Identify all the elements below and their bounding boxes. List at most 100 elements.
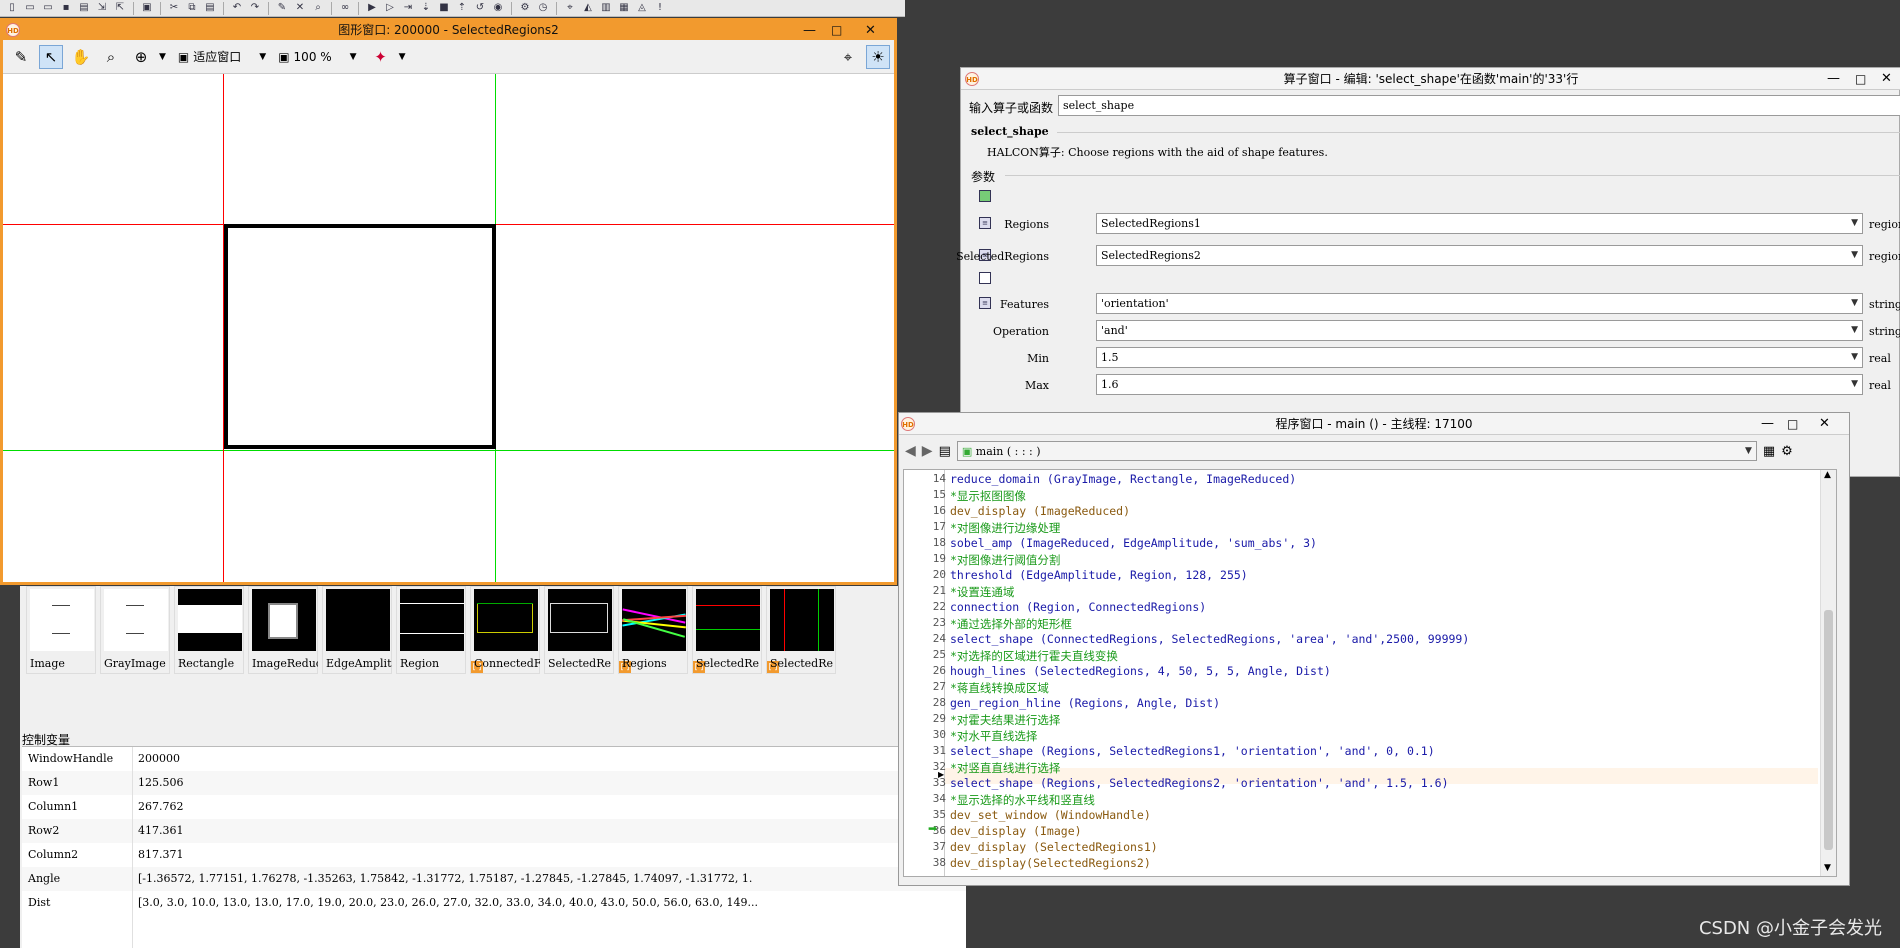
param-operation-combo[interactable]: 'and' ▼	[1096, 320, 1863, 341]
draw-icon[interactable]: ✎	[9, 45, 33, 69]
edit-procedure-icon[interactable]: ▦	[1763, 444, 1775, 459]
minimize-icon[interactable]: —	[803, 21, 816, 40]
code-line[interactable]: *设置连通域	[950, 584, 1014, 600]
variable-thumbnail[interactable]: Region	[396, 586, 466, 674]
code-line[interactable]: connection (Region, ConnectedRegions)	[950, 600, 1206, 614]
code-line[interactable]: dev_display (ImageReduced)	[950, 504, 1130, 518]
step-out-icon[interactable]: ⇡	[454, 1, 470, 15]
maximize-icon[interactable]: □	[831, 21, 842, 40]
zoom-icon[interactable]: ⌕	[99, 45, 123, 69]
feature-histogram-icon[interactable]: ▦	[616, 1, 632, 15]
procedure-select[interactable]: ▣ main ( : : : ) ▼	[956, 441, 1757, 461]
scroll-up-icon[interactable]: ▲	[1824, 470, 1831, 480]
graphics-canvas[interactable]	[3, 74, 894, 582]
code-line[interactable]: gen_region_hline (Regions, Angle, Dist)	[950, 696, 1220, 710]
code-line[interactable]: hough_lines (SelectedRegions, 4, 50, 5, …	[950, 664, 1331, 678]
variable-thumbnail[interactable]: ImageReduc	[248, 586, 318, 674]
code-line[interactable]: threshold (EdgeAmplitude, Region, 128, 2…	[950, 568, 1248, 582]
zoom-plus-icon[interactable]: ⊕	[129, 45, 153, 69]
code-line[interactable]: *对霍夫结果进行选择	[950, 712, 1060, 728]
variable-thumbnail[interactable]: GrayImage	[100, 586, 170, 674]
close-icon[interactable]: ✕	[1881, 68, 1892, 90]
reset-icon[interactable]: ↺	[472, 1, 488, 15]
settings-icon[interactable]: ⚙	[517, 1, 533, 15]
param-regions-combo[interactable]: SelectedRegions1 ▼	[1096, 213, 1863, 234]
fit-window-dropdown[interactable]: ▣ 适应窗口 ▼	[178, 48, 266, 65]
param-min-combo[interactable]: 1.5 ▼	[1096, 347, 1863, 368]
redo-icon[interactable]: ↷	[247, 1, 263, 15]
open-file-icon[interactable]: ▭	[22, 1, 38, 15]
edit-icon[interactable]: ✎	[274, 1, 290, 15]
scroll-down-icon[interactable]: ▼	[1824, 863, 1831, 873]
inspect-icon[interactable]: ⌖	[562, 1, 578, 15]
inspect-region-icon[interactable]: ⌖	[836, 45, 860, 69]
variable-thumbnail[interactable]: Image	[26, 586, 96, 674]
table-row[interactable]: Column1 267.762	[22, 795, 966, 819]
variable-thumbnail[interactable]: Rectangle	[174, 586, 244, 674]
forward-arrow-icon[interactable]: ▶	[922, 443, 933, 459]
zoom-dropdown[interactable]: ▣ 100 % ▼	[278, 50, 356, 64]
print-icon[interactable]: ▤	[76, 1, 92, 15]
close-icon[interactable]: ✕	[865, 21, 876, 40]
param-max-combo[interactable]: 1.6 ▼	[1096, 374, 1863, 395]
minimize-icon[interactable]: —	[1827, 68, 1840, 90]
minimize-icon[interactable]: —	[1761, 413, 1774, 435]
lightbulb-icon[interactable]: ☀	[866, 44, 890, 69]
breakpoint-icon[interactable]: ◉	[490, 1, 506, 15]
pointer-icon[interactable]: ↖	[39, 44, 63, 69]
scrollbar-thumb[interactable]	[1824, 610, 1833, 850]
binoculars-icon[interactable]: ∞	[337, 1, 353, 15]
gray-histogram-icon[interactable]: ◭	[580, 1, 596, 15]
code-line[interactable]: *对水平直线选择	[950, 728, 1037, 744]
procedure-icon[interactable]: ▤	[939, 444, 951, 459]
operator-input[interactable]: select_shape	[1058, 95, 1900, 116]
stop-icon[interactable]: ■	[436, 1, 452, 15]
code-line[interactable]: sobel_amp (ImageReduced, EdgeAmplitude, …	[950, 536, 1317, 550]
code-line[interactable]: *蒋直线转换成区域	[950, 680, 1049, 696]
back-arrow-icon[interactable]: ◀	[905, 443, 916, 459]
paste-icon[interactable]: ▤	[202, 1, 218, 15]
ocr-icon[interactable]: ǃ	[652, 1, 668, 15]
import-icon[interactable]: ⇱	[112, 1, 128, 15]
graphics-window-titlebar[interactable]: HD 图形窗口: 200000 - SelectedRegions2 — □ ✕	[3, 21, 894, 40]
copy-icon[interactable]: ⧉	[184, 1, 200, 15]
graphics-window[interactable]: HD 图形窗口: 200000 - SelectedRegions2 — □ ✕…	[0, 18, 897, 585]
code-line[interactable]: *对选择的区域进行霍夫直线变换	[950, 648, 1118, 664]
save-icon[interactable]: ▪	[58, 1, 74, 15]
code-line[interactable]: dev_display(SelectedRegions2)	[950, 856, 1151, 870]
run-icon[interactable]: ▶	[364, 1, 380, 15]
code-line[interactable]: select_shape (ConnectedRegions, Selected…	[950, 632, 1469, 646]
code-line[interactable]: dev_display (Image)	[950, 824, 1082, 838]
code-line[interactable]: dev_display (SelectedRegions1)	[950, 840, 1158, 854]
code-line[interactable]: *显示抠图图像	[950, 488, 1026, 504]
code-line[interactable]: dev_set_window (WindowHandle)	[950, 808, 1151, 822]
variable-thumbnail[interactable]: [ ] Regions	[618, 586, 688, 674]
code-line[interactable]: select_shape (Regions, SelectedRegions2,…	[950, 776, 1449, 790]
variable-thumbnail[interactable]: [ ] ConnectedF	[470, 586, 540, 674]
variable-thumbnail[interactable]: [ ] SelectedRe	[692, 586, 762, 674]
table-row[interactable]: Angle [-1.36572, 1.77151, 1.76278, -1.35…	[22, 867, 966, 891]
line-profile-icon[interactable]: ◬	[634, 1, 650, 15]
code-line[interactable]: *对竖直直线进行选择	[950, 760, 1060, 776]
table-row[interactable]: Row2 417.361	[22, 819, 966, 843]
table-row[interactable]: Row1 125.506	[22, 771, 966, 795]
step-over-icon[interactable]: ⇥	[400, 1, 416, 15]
new-file-icon[interactable]: ▯	[4, 1, 20, 15]
variable-thumbnail[interactable]: EdgeAmplit	[322, 586, 392, 674]
table-row[interactable]: Column2 817.371	[22, 843, 966, 867]
undo-icon[interactable]: ↶	[229, 1, 245, 15]
close-icon[interactable]: ✕	[1819, 413, 1830, 435]
maximize-icon[interactable]: □	[1855, 68, 1866, 90]
color-settings-icon[interactable]: ✦	[369, 45, 393, 69]
chevron-down-icon[interactable]: ▼	[399, 52, 406, 62]
open-recent-icon[interactable]: ▭	[40, 1, 56, 15]
pan-hand-icon[interactable]: ✋	[69, 45, 93, 69]
scrollbar[interactable]: ▲ ▼	[1820, 470, 1836, 876]
code-line[interactable]: *对图像进行边缘处理	[950, 520, 1060, 536]
param-features-combo[interactable]: 'orientation' ▼	[1096, 293, 1863, 314]
cut-icon[interactable]: ✂	[166, 1, 182, 15]
histogram-icon[interactable]: ▥	[598, 1, 614, 15]
code-line[interactable]: *通过选择外部的矩形框	[950, 616, 1072, 632]
variable-thumbnail[interactable]: SelectedRe	[544, 586, 614, 674]
find-icon[interactable]: ⌕	[310, 1, 326, 15]
